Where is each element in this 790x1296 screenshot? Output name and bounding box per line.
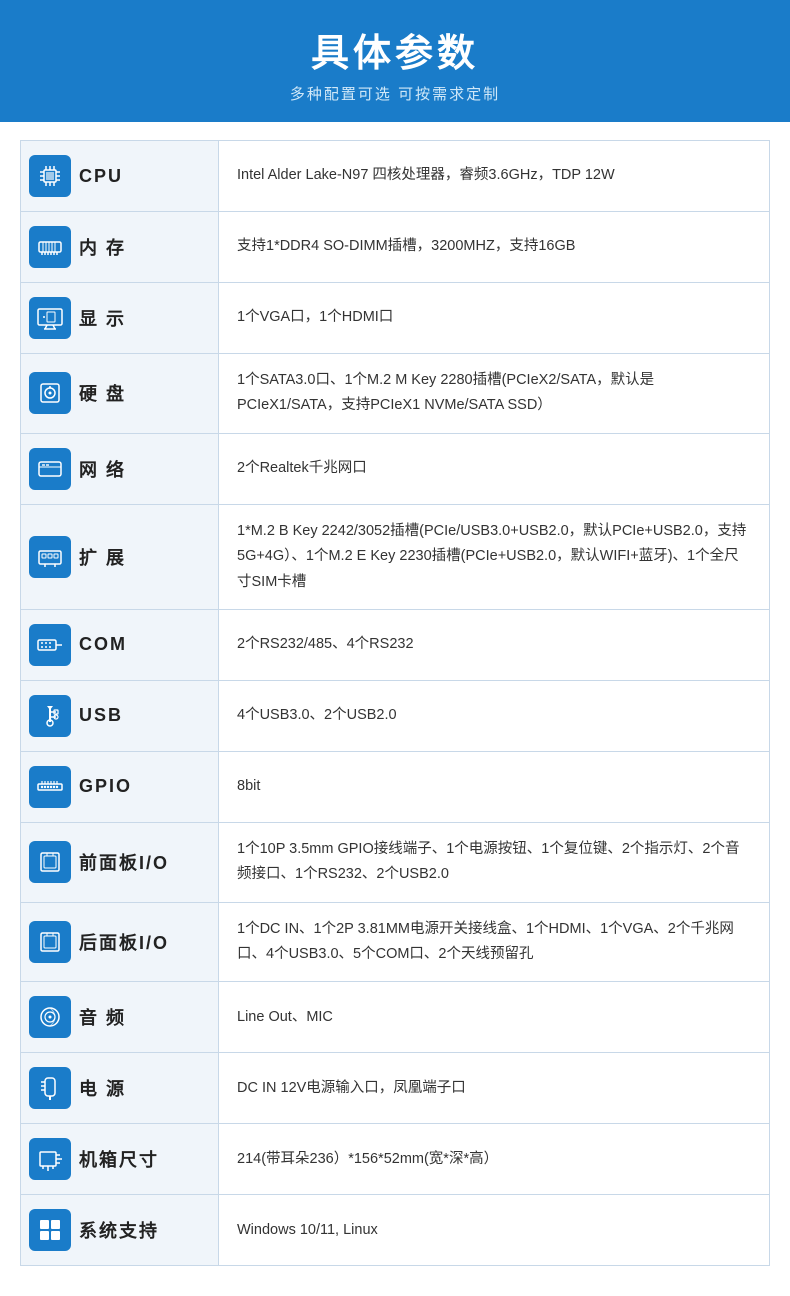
spec-icon-gpio xyxy=(29,766,71,808)
spec-row-cpu: CPU Intel Alder Lake-N97 四核处理器，睿频3.6GHz，… xyxy=(21,141,769,212)
spec-label-memory: 内 存 xyxy=(21,212,219,282)
spec-value-com: 2个RS232/485、4个RS232 xyxy=(219,610,769,680)
spec-value-gpio: 8bit xyxy=(219,752,769,822)
spec-label-com: COM xyxy=(21,610,219,680)
spec-row-power: 电 源 DC IN 12V电源输入口，凤凰端子口 xyxy=(21,1053,769,1124)
spec-label-cpu: CPU xyxy=(21,141,219,211)
spec-table-container: CPU Intel Alder Lake-N97 四核处理器，睿频3.6GHz，… xyxy=(0,122,790,1286)
spec-row-usb: USB 4个USB3.0、2个USB2.0 xyxy=(21,681,769,752)
spec-icon-network xyxy=(29,448,71,490)
spec-value-content-os: Windows 10/11, Linux xyxy=(237,1218,378,1243)
spec-row-network: 网 络 2个Realtek千兆网口 xyxy=(21,434,769,505)
spec-row-memory: 内 存 支持1*DDR4 SO-DIMM插槽，3200MHZ，支持16GB xyxy=(21,212,769,283)
spec-row-gpio: GPIO 8bit xyxy=(21,752,769,823)
spec-icon-display xyxy=(29,297,71,339)
spec-value-content-com: 2个RS232/485、4个RS232 xyxy=(237,632,414,657)
spec-label-text-storage: 硬 盘 xyxy=(79,380,126,406)
spec-icon-rear-panel xyxy=(29,921,71,963)
spec-icon-cpu xyxy=(29,155,71,197)
spec-row-expansion: 扩 展 1*M.2 B Key 2242/3052插槽(PCIe/USB3.0+… xyxy=(21,505,769,610)
spec-row-dimension: 机箱尺寸 214(带耳朵236）*156*52mm(宽*深*高） xyxy=(21,1124,769,1195)
spec-label-text-audio: 音 频 xyxy=(79,1004,126,1030)
spec-label-rear-panel: 后面板I/O xyxy=(21,903,219,982)
page-wrapper: 具体参数 多种配置可选 可按需求定制 CPU Intel Alder Lake-… xyxy=(0,0,790,1286)
spec-value-cpu: Intel Alder Lake-N97 四核处理器，睿频3.6GHz，TDP … xyxy=(219,141,769,211)
spec-label-text-expansion: 扩 展 xyxy=(79,544,126,570)
spec-label-text-gpio: GPIO xyxy=(79,776,132,797)
spec-label-text-os: 系统支持 xyxy=(79,1217,159,1243)
spec-label-text-rear-panel: 后面板I/O xyxy=(79,929,169,955)
spec-row-front-panel: 前面板I/O 1个10P 3.5mm GPIO接线端子、1个电源按钮、1个复位键… xyxy=(21,823,769,903)
spec-value-content-usb: 4个USB3.0、2个USB2.0 xyxy=(237,703,397,728)
spec-row-rear-panel: 后面板I/O 1个DC IN、1个2P 3.81MM电源开关接线盒、1个HDMI… xyxy=(21,903,769,983)
spec-value-content-memory: 支持1*DDR4 SO-DIMM插槽，3200MHZ，支持16GB xyxy=(237,234,575,259)
spec-value-content-display: 1个VGA口，1个HDMI口 xyxy=(237,305,393,330)
spec-label-expansion: 扩 展 xyxy=(21,505,219,609)
spec-value-content-power: DC IN 12V电源输入口，凤凰端子口 xyxy=(237,1076,466,1101)
spec-table: CPU Intel Alder Lake-N97 四核处理器，睿频3.6GHz，… xyxy=(20,140,770,1266)
spec-value-audio: Line Out、MIC xyxy=(219,982,769,1052)
spec-icon-storage xyxy=(29,372,71,414)
spec-label-usb: USB xyxy=(21,681,219,751)
spec-value-display: 1个VGA口，1个HDMI口 xyxy=(219,283,769,353)
spec-value-content-front-panel: 1个10P 3.5mm GPIO接线端子、1个电源按钮、1个复位键、2个指示灯、… xyxy=(237,837,751,888)
spec-label-power: 电 源 xyxy=(21,1053,219,1123)
spec-value-front-panel: 1个10P 3.5mm GPIO接线端子、1个电源按钮、1个复位键、2个指示灯、… xyxy=(219,823,769,902)
spec-value-content-storage: 1个SATA3.0口、1个M.2 M Key 2280插槽(PCIeX2/SAT… xyxy=(237,368,751,419)
spec-row-storage: 硬 盘 1个SATA3.0口、1个M.2 M Key 2280插槽(PCIeX2… xyxy=(21,354,769,434)
spec-value-content-cpu: Intel Alder Lake-N97 四核处理器，睿频3.6GHz，TDP … xyxy=(237,163,615,188)
spec-value-usb: 4个USB3.0、2个USB2.0 xyxy=(219,681,769,751)
spec-icon-memory xyxy=(29,226,71,268)
spec-label-dimension: 机箱尺寸 xyxy=(21,1124,219,1194)
spec-label-text-usb: USB xyxy=(79,705,123,726)
spec-value-power: DC IN 12V电源输入口，凤凰端子口 xyxy=(219,1053,769,1123)
spec-value-network: 2个Realtek千兆网口 xyxy=(219,434,769,504)
spec-row-audio: 音 频 Line Out、MIC xyxy=(21,982,769,1053)
spec-icon-usb xyxy=(29,695,71,737)
page-subtitle: 多种配置可选 可按需求定制 xyxy=(20,83,770,104)
spec-row-os: 系统支持 Windows 10/11, Linux xyxy=(21,1195,769,1265)
spec-value-content-audio: Line Out、MIC xyxy=(237,1005,333,1030)
spec-value-content-rear-panel: 1个DC IN、1个2P 3.81MM电源开关接线盒、1个HDMI、1个VGA、… xyxy=(237,917,751,968)
spec-label-storage: 硬 盘 xyxy=(21,354,219,433)
spec-value-rear-panel: 1个DC IN、1个2P 3.81MM电源开关接线盒、1个HDMI、1个VGA、… xyxy=(219,903,769,982)
spec-icon-dimension xyxy=(29,1138,71,1180)
spec-icon-expansion xyxy=(29,536,71,578)
spec-label-display: 显 示 xyxy=(21,283,219,353)
spec-label-text-power: 电 源 xyxy=(79,1075,126,1101)
spec-label-audio: 音 频 xyxy=(21,982,219,1052)
spec-icon-front-panel xyxy=(29,841,71,883)
spec-value-content-gpio: 8bit xyxy=(237,774,260,799)
spec-label-network: 网 络 xyxy=(21,434,219,504)
spec-icon-os xyxy=(29,1209,71,1251)
spec-value-storage: 1个SATA3.0口、1个M.2 M Key 2280插槽(PCIeX2/SAT… xyxy=(219,354,769,433)
spec-label-text-dimension: 机箱尺寸 xyxy=(79,1146,159,1172)
spec-value-os: Windows 10/11, Linux xyxy=(219,1195,769,1265)
spec-label-text-cpu: CPU xyxy=(79,166,123,187)
spec-label-text-front-panel: 前面板I/O xyxy=(79,849,169,875)
spec-value-content-network: 2个Realtek千兆网口 xyxy=(237,456,367,481)
spec-label-text-network: 网 络 xyxy=(79,456,126,482)
spec-icon-power xyxy=(29,1067,71,1109)
spec-icon-audio xyxy=(29,996,71,1038)
page-title: 具体参数 xyxy=(20,22,770,77)
spec-row-com: COM 2个RS232/485、4个RS232 xyxy=(21,610,769,681)
spec-label-front-panel: 前面板I/O xyxy=(21,823,219,902)
spec-value-content-expansion: 1*M.2 B Key 2242/3052插槽(PCIe/USB3.0+USB2… xyxy=(237,519,751,595)
spec-row-display: 显 示 1个VGA口，1个HDMI口 xyxy=(21,283,769,354)
spec-value-content-dimension: 214(带耳朵236）*156*52mm(宽*深*高） xyxy=(237,1147,498,1172)
spec-value-expansion: 1*M.2 B Key 2242/3052插槽(PCIe/USB3.0+USB2… xyxy=(219,505,769,609)
spec-label-text-memory: 内 存 xyxy=(79,234,126,260)
spec-label-text-com: COM xyxy=(79,634,127,655)
spec-icon-com xyxy=(29,624,71,666)
spec-value-memory: 支持1*DDR4 SO-DIMM插槽，3200MHZ，支持16GB xyxy=(219,212,769,282)
spec-value-dimension: 214(带耳朵236）*156*52mm(宽*深*高） xyxy=(219,1124,769,1194)
spec-label-gpio: GPIO xyxy=(21,752,219,822)
spec-label-os: 系统支持 xyxy=(21,1195,219,1265)
page-header: 具体参数 多种配置可选 可按需求定制 xyxy=(0,0,790,122)
spec-label-text-display: 显 示 xyxy=(79,305,126,331)
